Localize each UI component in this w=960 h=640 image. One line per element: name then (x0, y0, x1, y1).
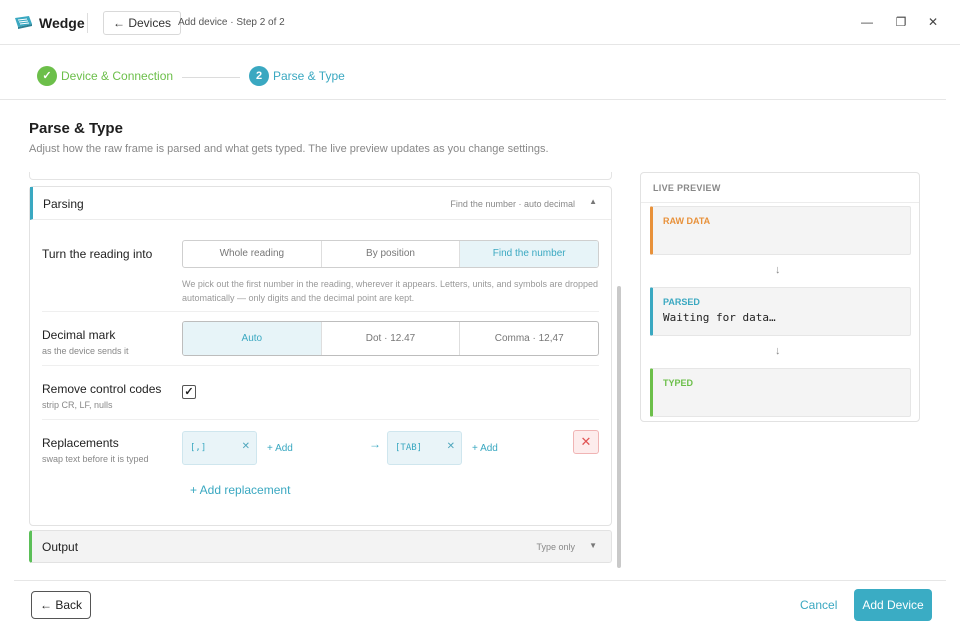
step-done-check-icon: ✓ (37, 66, 57, 86)
decimal-option-auto[interactable]: Auto (183, 322, 322, 355)
maximize-icon[interactable]: ❐ (892, 13, 910, 31)
previous-section-edge (29, 172, 612, 180)
parsed-label: PARSED (663, 297, 700, 307)
typed-label: TYPED (663, 378, 694, 388)
breadcrumb: Add device · Step 2 of 2 (178, 17, 285, 28)
decimal-label: Decimal mark (42, 328, 116, 342)
output-title: Output (42, 540, 79, 554)
control-codes-label: Remove control codes (42, 382, 162, 396)
keyboard-logo-icon (15, 16, 32, 29)
output-section-header[interactable]: Output Type only ▼ (29, 530, 612, 563)
add-replacement-link[interactable]: + Add replacement (190, 483, 290, 497)
control-codes-sub: strip CR, LF, nulls (42, 400, 113, 410)
remove-to-icon[interactable]: ✕ (447, 441, 455, 452)
add-from-link[interactable]: + Add (267, 443, 293, 454)
parsing-section: Parsing Find the number · auto decimal ▲… (29, 186, 612, 526)
parsing-section-header[interactable]: Parsing Find the number · auto decimal ▲ (30, 187, 611, 220)
live-preview-panel: LIVE PREVIEW RAW DATA ↓ PARSED Waiting f… (640, 172, 920, 422)
footer-divider (14, 580, 946, 581)
raw-data-box: RAW DATA (650, 206, 911, 255)
reading-option-position[interactable]: By position (322, 241, 461, 267)
chevron-down-icon[interactable]: ▼ (589, 541, 597, 550)
replacement-to-text: [TAB] (395, 443, 423, 453)
remove-control-codes-checkbox[interactable]: ✓ (182, 385, 196, 399)
typed-box: TYPED (650, 368, 911, 417)
raw-data-label: RAW DATA (663, 216, 711, 226)
divider (42, 365, 599, 366)
reading-option-find-number[interactable]: Find the number (460, 241, 598, 267)
stepper: ✓ Device & Connection 2 Parse & Type (0, 46, 946, 100)
scrollbar-thumb[interactable] (617, 286, 621, 568)
step-connector (182, 77, 240, 78)
cancel-button[interactable]: Cancel (800, 598, 837, 612)
output-summary: Type only (536, 542, 575, 552)
step-device-connection[interactable]: Device & Connection (61, 69, 173, 83)
page-title: Parse & Type (29, 120, 123, 137)
page-subtitle: Adjust how the raw frame is parsed and w… (29, 143, 549, 155)
replacement-to-chip[interactable]: [TAB] ✕ (387, 431, 462, 465)
decimal-sub: as the device sends it (42, 346, 129, 356)
title-divider (87, 13, 88, 33)
chevron-up-icon[interactable]: ▲ (589, 197, 597, 206)
reading-hint: We pick out the first number in the read… (182, 279, 599, 303)
parsed-value: Waiting for data… (663, 311, 776, 324)
divider (641, 202, 919, 203)
add-device-button[interactable]: Add Device (854, 589, 932, 621)
decimal-mark-selector: Auto Dot · 12.47 Comma · 12,47 (182, 321, 599, 356)
back-button[interactable]: ← Back (31, 591, 91, 619)
live-preview-title: LIVE PREVIEW (653, 183, 721, 193)
replacement-from-text: [,] (190, 443, 207, 453)
title-bar: Wedge ← Devices Add device · Step 2 of 2… (0, 0, 960, 45)
parsing-summary: Find the number · auto decimal (450, 199, 575, 209)
arrow-right-icon: → (369, 437, 381, 451)
reading-option-whole[interactable]: Whole reading (183, 241, 322, 267)
decimal-option-dot[interactable]: Dot · 12.47 (322, 322, 461, 355)
reading-mode-selector: Whole reading By position Find the numbe… (182, 240, 599, 268)
divider (42, 311, 599, 312)
step-current-number: 2 (249, 66, 269, 86)
parsing-title: Parsing (43, 197, 84, 211)
decimal-option-comma[interactable]: Comma · 12,47 (460, 322, 598, 355)
minimize-icon[interactable]: — (858, 13, 876, 31)
reading-label: Turn the reading into (42, 247, 153, 261)
parsed-box: PARSED Waiting for data… (650, 287, 911, 336)
app-title: Wedge (39, 15, 85, 31)
replacement-from-chip[interactable]: [,] ✕ (182, 431, 257, 465)
arrow-down-icon: ↓ (775, 264, 781, 276)
divider (42, 419, 599, 420)
remove-from-icon[interactable]: ✕ (242, 441, 250, 452)
add-to-link[interactable]: + Add (472, 443, 498, 454)
replacements-sub: swap text before it is typed (42, 454, 149, 464)
close-icon[interactable]: ✕ (924, 13, 942, 31)
step-parse-type: Parse & Type (273, 69, 345, 83)
back-to-devices-button[interactable]: ← Devices (103, 11, 182, 35)
delete-replacement-button[interactable]: ✕ (573, 430, 599, 454)
replacements-label: Replacements (42, 436, 119, 450)
arrow-down-icon: ↓ (775, 345, 781, 357)
